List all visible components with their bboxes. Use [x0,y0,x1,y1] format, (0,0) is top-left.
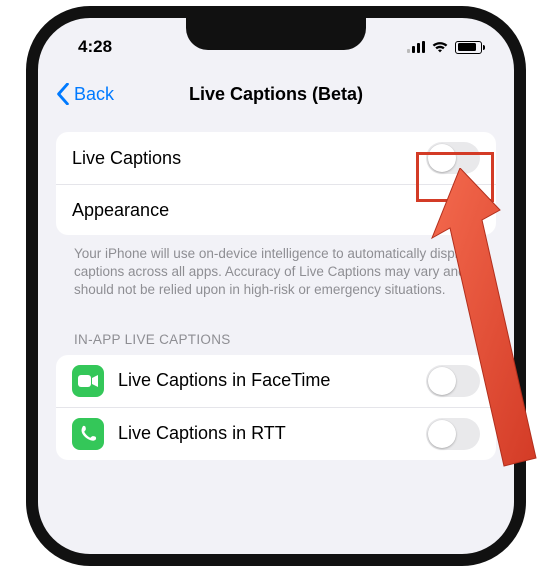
facetime-icon [72,365,104,397]
phone-icon [72,418,104,450]
screen: 4:28 Back Live Captions (B [42,22,510,550]
facetime-toggle[interactable] [426,365,480,397]
device-notch [186,16,366,50]
live-captions-label: Live Captions [72,148,181,169]
device-frame: 4:28 Back Live Captions (B [26,6,526,566]
chevron-right-icon: › [474,200,480,221]
back-button[interactable]: Back [52,83,114,105]
live-captions-footer: Your iPhone will use on-device intellige… [56,235,496,316]
cellular-signal-icon [407,41,425,53]
row-rtt[interactable]: Live Captions in RTT [56,408,496,460]
battery-icon [455,41,482,54]
appearance-label: Appearance [72,200,169,221]
chevron-left-icon [56,83,70,105]
row-appearance[interactable]: Appearance › [56,185,496,235]
settings-content: Live Captions Appearance › Your iPhone w… [42,116,510,460]
status-indicators [407,40,482,54]
section-header-in-app: IN-APP LIVE CAPTIONS [56,316,496,355]
rtt-label: Live Captions in RTT [118,423,286,444]
live-captions-toggle[interactable] [426,142,480,174]
settings-group-in-app: Live Captions in FaceTime Live Captions [56,355,496,460]
settings-group-main: Live Captions Appearance › [56,132,496,235]
wifi-icon [431,40,449,54]
status-time: 4:28 [78,37,112,57]
rtt-toggle[interactable] [426,418,480,450]
row-live-captions[interactable]: Live Captions [56,132,496,185]
facetime-label: Live Captions in FaceTime [118,370,330,391]
row-facetime[interactable]: Live Captions in FaceTime [56,355,496,408]
back-label: Back [74,84,114,105]
nav-bar: Back Live Captions (Beta) [42,72,510,116]
